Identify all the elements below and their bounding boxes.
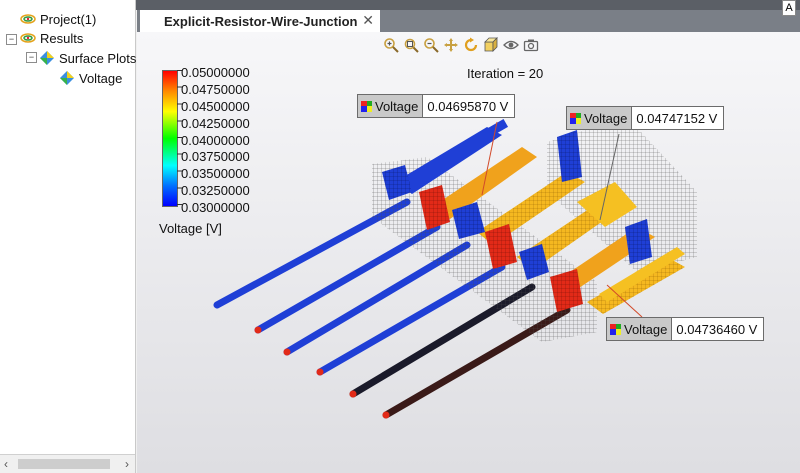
probe-color-icon	[570, 112, 581, 124]
tab-title: Explicit-Resistor-Wire-Junction	[164, 13, 358, 29]
tree-item-label: Surface Plots	[59, 50, 137, 66]
tab-explicit-resistor-wire-junction[interactable]: Explicit-Resistor-Wire-Junction ✕	[140, 10, 380, 32]
corner-a-button[interactable]: A	[782, 0, 796, 16]
probe-color-icon	[361, 100, 372, 112]
probe-value: 0.04747152 V	[636, 110, 718, 126]
probe-label: Voltage	[607, 318, 673, 340]
surface-plots-collapse-toggle[interactable]: −	[26, 52, 37, 63]
surface-plots-icon	[40, 51, 54, 65]
project-icon	[20, 14, 36, 24]
voltage-probe-2[interactable]: Voltage 0.04747152 V	[566, 106, 725, 130]
probe-label: Voltage	[358, 95, 424, 117]
project-tree-panel: − − Project(1) Results Surface Plots Vol…	[0, 0, 136, 473]
tree-item-label: Project(1)	[40, 11, 97, 27]
probe-label: Voltage	[567, 107, 633, 129]
tree-item-voltage[interactable]: Voltage	[59, 69, 122, 87]
voltage-probe-3[interactable]: Voltage 0.04736460 V	[606, 317, 765, 341]
tree-horizontal-scrollbar[interactable]: ‹ ›	[0, 454, 135, 473]
probe-value: 0.04695870 V	[427, 98, 509, 114]
3d-scene[interactable]: Iteration = 20 0.05000000 0.04750000 0.0…	[137, 32, 800, 473]
results-icon	[20, 33, 36, 43]
scroll-right-icon[interactable]: ›	[125, 457, 129, 471]
tree-item-surface-plots[interactable]: Surface Plots	[39, 49, 136, 67]
tree-item-results[interactable]: Results	[20, 29, 83, 47]
tree-item-label: Results	[40, 30, 84, 46]
probe-color-icon	[610, 323, 621, 335]
tree-item-project[interactable]: Project(1)	[20, 10, 96, 28]
tree-item-label: Voltage	[79, 70, 123, 86]
scroll-left-icon[interactable]: ‹	[4, 457, 8, 471]
voltage-probe-1[interactable]: Voltage 0.04695870 V	[357, 94, 516, 118]
voltage-plot-icon	[60, 71, 74, 85]
scrollbar-thumb[interactable]	[18, 459, 110, 469]
close-tab-icon[interactable]: ✕	[362, 12, 374, 29]
probe-value: 0.04736460 V	[676, 321, 758, 337]
results-collapse-toggle[interactable]: −	[6, 34, 17, 45]
document-tab-bar: Explicit-Resistor-Wire-Junction ✕ A	[137, 0, 800, 32]
graphics-viewport: Explicit-Resistor-Wire-Junction ✕ A Iter…	[137, 0, 800, 473]
